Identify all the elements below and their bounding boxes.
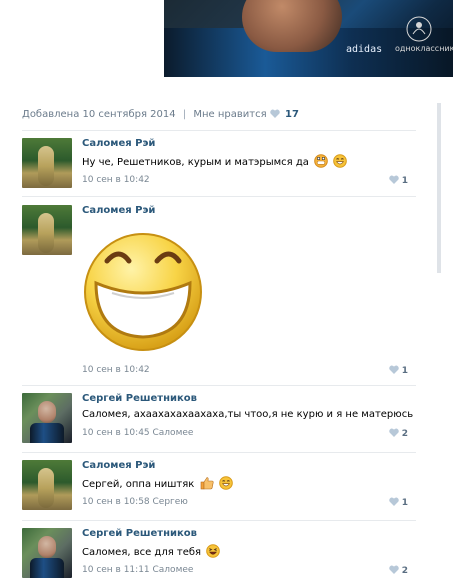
comment-time[interactable]: 10 сен в 11:11 Саломее — [82, 565, 193, 575]
added-date: Добавлена 10 сентября 2014 — [22, 109, 176, 120]
comment-item: Саломея Рэй Сергей, оппа ништяк 10 сен в… — [22, 460, 416, 515]
comment-author[interactable]: Саломея Рэй — [82, 460, 155, 471]
comment-text-content: Саломея, ахаахахахаахаха,ты чтоо,я не ку… — [82, 409, 414, 420]
comment-like-count[interactable]: 2 — [402, 429, 408, 439]
post-like-count[interactable]: 17 — [285, 109, 299, 120]
comment-text-content: Саломея, все для тебя — [82, 547, 202, 558]
odnoklassniki-logo-icon — [406, 16, 432, 42]
divider — [22, 452, 416, 453]
comment-like[interactable]: 2 — [388, 428, 408, 439]
comment-like[interactable]: 1 — [388, 365, 408, 376]
comment-like-count[interactable]: 1 — [402, 176, 408, 186]
divider — [22, 520, 416, 521]
avatar[interactable] — [22, 460, 72, 510]
comment-author[interactable]: Сергей Решетников — [82, 393, 197, 404]
comment-author[interactable]: Саломея Рэй — [82, 205, 155, 216]
heart-icon[interactable] — [388, 365, 399, 374]
divider — [22, 130, 416, 131]
comment-like[interactable]: 1 — [388, 497, 408, 508]
comment-like-count[interactable]: 1 — [402, 366, 408, 376]
avatar[interactable] — [22, 138, 72, 188]
laughing-emoji-icon — [206, 544, 221, 558]
comment-like-count[interactable]: 1 — [402, 498, 408, 508]
avatar[interactable] — [22, 393, 72, 443]
heart-icon[interactable] — [270, 109, 280, 118]
comment-like[interactable]: 2 — [388, 565, 408, 576]
comment-text: Ну че, Решетников, курым и матэрымся да — [82, 154, 348, 168]
photo-face — [242, 0, 342, 52]
comment-text: Сергей, оппа ништяк — [82, 476, 233, 490]
comment-time[interactable]: 10 сен в 10:45 Саломее — [82, 428, 193, 438]
heart-icon[interactable] — [388, 175, 399, 184]
comment-item: Сергей Решетников Саломея, ахаахахахааха… — [22, 393, 416, 448]
avatar[interactable] — [22, 205, 72, 255]
smile-emoji-icon — [218, 476, 233, 490]
comment-item: Саломея Рэй 10 сен в 10:42 1 — [22, 205, 416, 380]
post-meta: Добавлена 10 сентября 2014 | Мне нравитс… — [22, 109, 437, 120]
comment-item: Сергей Решетников Саломея, все для тебя … — [22, 528, 416, 578]
divider — [22, 385, 416, 386]
watermark-text: одноклассники — [395, 44, 453, 53]
comment-like[interactable]: 1 — [388, 175, 408, 186]
heart-icon[interactable] — [388, 428, 399, 437]
post-photo[interactable]: adidas одноклассники — [164, 0, 453, 77]
comment-time[interactable]: 10 сен в 10:42 — [82, 175, 150, 185]
grin-emoji-icon — [314, 154, 328, 168]
meta-separator: | — [182, 109, 187, 120]
comment-text: Саломея, ахаахахахаахаха,ты чтоо,я не ку… — [82, 409, 413, 420]
comment-author[interactable]: Сергей Решетников — [82, 528, 197, 539]
like-label[interactable]: Мне нравится — [193, 109, 266, 120]
photo-brand-text: adidas — [346, 44, 383, 55]
big-smile-sticker-icon — [82, 231, 204, 353]
heart-icon[interactable] — [388, 497, 399, 506]
watermark: одноклассники — [395, 16, 453, 74]
thumbs-up-emoji-icon — [200, 476, 214, 490]
scrollbar[interactable] — [437, 103, 441, 273]
avatar[interactable] — [22, 528, 72, 578]
heart-icon[interactable] — [388, 565, 399, 574]
smile-emoji-icon — [333, 154, 348, 168]
comment-author[interactable]: Саломея Рэй — [82, 138, 155, 149]
divider — [22, 196, 416, 197]
comment-like-count[interactable]: 2 — [402, 566, 408, 576]
comment-text-content: Ну че, Решетников, курым и матэрымся да — [82, 157, 309, 168]
comment-time[interactable]: 10 сен в 10:58 Сергею — [82, 497, 188, 507]
comment-text: Саломея, все для тебя — [82, 544, 221, 558]
comment-text-content: Сергей, оппа ништяк — [82, 479, 195, 490]
comment-time[interactable]: 10 сен в 10:42 — [82, 365, 150, 375]
comment-item: Саломея Рэй Ну че, Решетников, курым и м… — [22, 138, 416, 190]
